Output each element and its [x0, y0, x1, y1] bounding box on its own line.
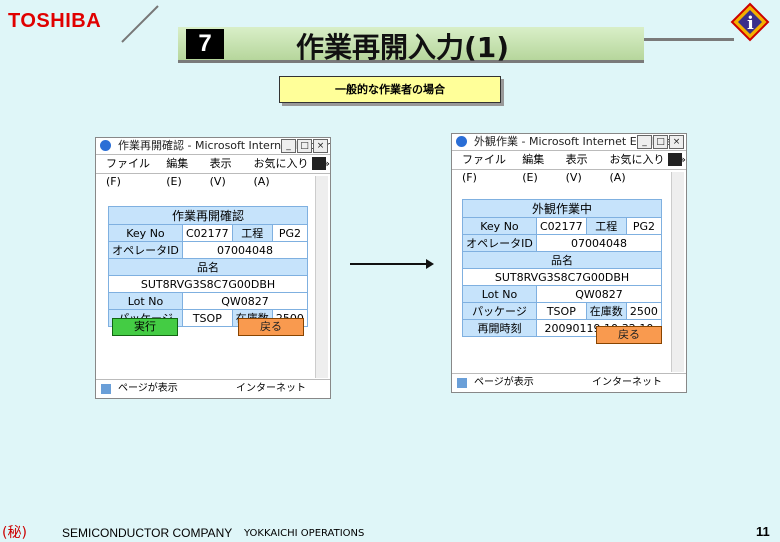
slide-number: 7 — [186, 29, 224, 59]
page-number: 11 — [756, 524, 770, 539]
process-label: 工程 — [231, 224, 273, 242]
back-button[interactable]: 戻る — [596, 326, 662, 344]
left-window-titlebar: 作業再開確認 - Microsoft Internet Explorer _ □… — [96, 138, 330, 154]
menu-view[interactable]: 表示(V) — [210, 155, 240, 188]
operations-name: YOKKAICHI OPERATIONS — [244, 528, 365, 539]
logo-swoosh-icon — [121, 5, 159, 43]
table-title: 外観作業中 — [462, 199, 662, 218]
right-menu-bar: ファイル(F) 編集(E) 表示(V) お気に入り(A) » — [452, 150, 686, 184]
status-text: ページが表示 — [474, 377, 534, 388]
product-label: 品名 — [108, 258, 308, 276]
keyno-value: C02177 — [181, 224, 233, 242]
zone-text: インターネット — [236, 383, 306, 394]
maximize-button[interactable]: □ — [297, 139, 312, 153]
subtitle-box: 一般的な作業者の場合 — [279, 76, 501, 103]
svg-text:i: i — [747, 13, 754, 34]
menu-file[interactable]: ファイル(F) — [462, 151, 508, 184]
zone-text: インターネット — [592, 377, 662, 388]
menu-edit[interactable]: 編集(E) — [522, 151, 551, 184]
lot-label: Lot No — [108, 292, 183, 310]
left-scrollbar[interactable] — [315, 176, 328, 378]
operator-value: 07004048 — [535, 234, 663, 252]
menu-view[interactable]: 表示(V) — [566, 151, 596, 184]
page-icon — [101, 384, 111, 394]
resume-confirm-table: 作業再開確認 Key No C02177 工程 PG2 オペレータID 0700… — [108, 206, 309, 327]
windows-flag-icon — [668, 153, 682, 166]
status-text: ページが表示 — [118, 383, 178, 394]
process-value: PG2 — [271, 224, 309, 242]
right-status-bar: ページが表示 インターネット — [452, 373, 686, 392]
lot-label: Lot No — [462, 285, 537, 303]
left-status-bar: ページが表示 インターネット — [96, 379, 330, 398]
left-browser-window: 作業再開確認 - Microsoft Internet Explorer _ □… — [95, 137, 331, 399]
package-label: パッケージ — [462, 302, 537, 320]
right-scrollbar[interactable] — [671, 172, 684, 372]
left-content: 作業再開確認 Key No C02177 工程 PG2 オペレータID 0700… — [100, 178, 314, 378]
menu-file[interactable]: ファイル(F) — [106, 155, 152, 188]
title-divider — [644, 38, 734, 41]
product-value: SUT8RVG3S8C7G00DBH — [108, 275, 308, 293]
company-name: SEMICONDUCTOR COMPANY — [62, 526, 233, 540]
menu-edit[interactable]: 編集(E) — [166, 155, 195, 188]
table-title: 作業再開確認 — [108, 206, 308, 225]
keyno-label: Key No — [462, 217, 537, 235]
external-work-table: 外観作業中 Key No C02177 工程 PG2 オペレータID 07004… — [462, 199, 663, 337]
right-window-titlebar: 外観作業 - Microsoft Internet Explorer _ □ × — [452, 134, 686, 150]
keyno-value: C02177 — [535, 217, 587, 235]
product-value: SUT8RVG3S8C7G00DBH — [462, 268, 662, 286]
minimize-button[interactable]: _ — [281, 139, 296, 153]
close-button[interactable]: × — [669, 135, 684, 149]
right-browser-window: 外観作業 - Microsoft Internet Explorer _ □ ×… — [451, 133, 687, 393]
flow-arrow — [350, 259, 434, 269]
windows-flag-icon — [312, 157, 326, 170]
close-button[interactable]: × — [313, 139, 328, 153]
page-icon — [457, 378, 467, 388]
operator-label: オペレータID — [462, 234, 537, 252]
info-logo-icon: i — [730, 2, 770, 42]
stock-value: 2500 — [625, 302, 663, 320]
lot-value: QW0827 — [535, 285, 663, 303]
execute-button[interactable]: 実行 — [112, 318, 178, 336]
menu-favorites[interactable]: お気に入り(A) — [254, 155, 310, 188]
package-value: TSOP — [535, 302, 587, 320]
toshiba-logo: TOSHIBA — [8, 10, 102, 32]
ie-icon — [100, 140, 111, 151]
restart-time-label: 再開時刻 — [462, 319, 537, 337]
menu-favorites[interactable]: お気に入り(A) — [610, 151, 666, 184]
process-label: 工程 — [585, 217, 627, 235]
minimize-button[interactable]: _ — [637, 135, 652, 149]
keyno-label: Key No — [108, 224, 183, 242]
product-label: 品名 — [462, 251, 662, 269]
process-value: PG2 — [625, 217, 663, 235]
stock-label: 在庫数 — [585, 302, 627, 320]
right-content: 外観作業中 Key No C02177 工程 PG2 オペレータID 07004… — [456, 174, 670, 372]
left-menu-bar: ファイル(F) 編集(E) 表示(V) お気に入り(A) » — [96, 154, 330, 188]
lot-value: QW0827 — [181, 292, 309, 310]
operator-label: オペレータID — [108, 241, 183, 259]
maximize-button[interactable]: □ — [653, 135, 668, 149]
back-button[interactable]: 戻る — [238, 318, 304, 336]
confidential-mark: (秘) — [2, 525, 27, 541]
page-title: 作業再開入力(1) — [296, 31, 510, 64]
package-value: TSOP — [181, 309, 233, 327]
ie-icon — [456, 136, 467, 147]
operator-value: 07004048 — [181, 241, 309, 259]
